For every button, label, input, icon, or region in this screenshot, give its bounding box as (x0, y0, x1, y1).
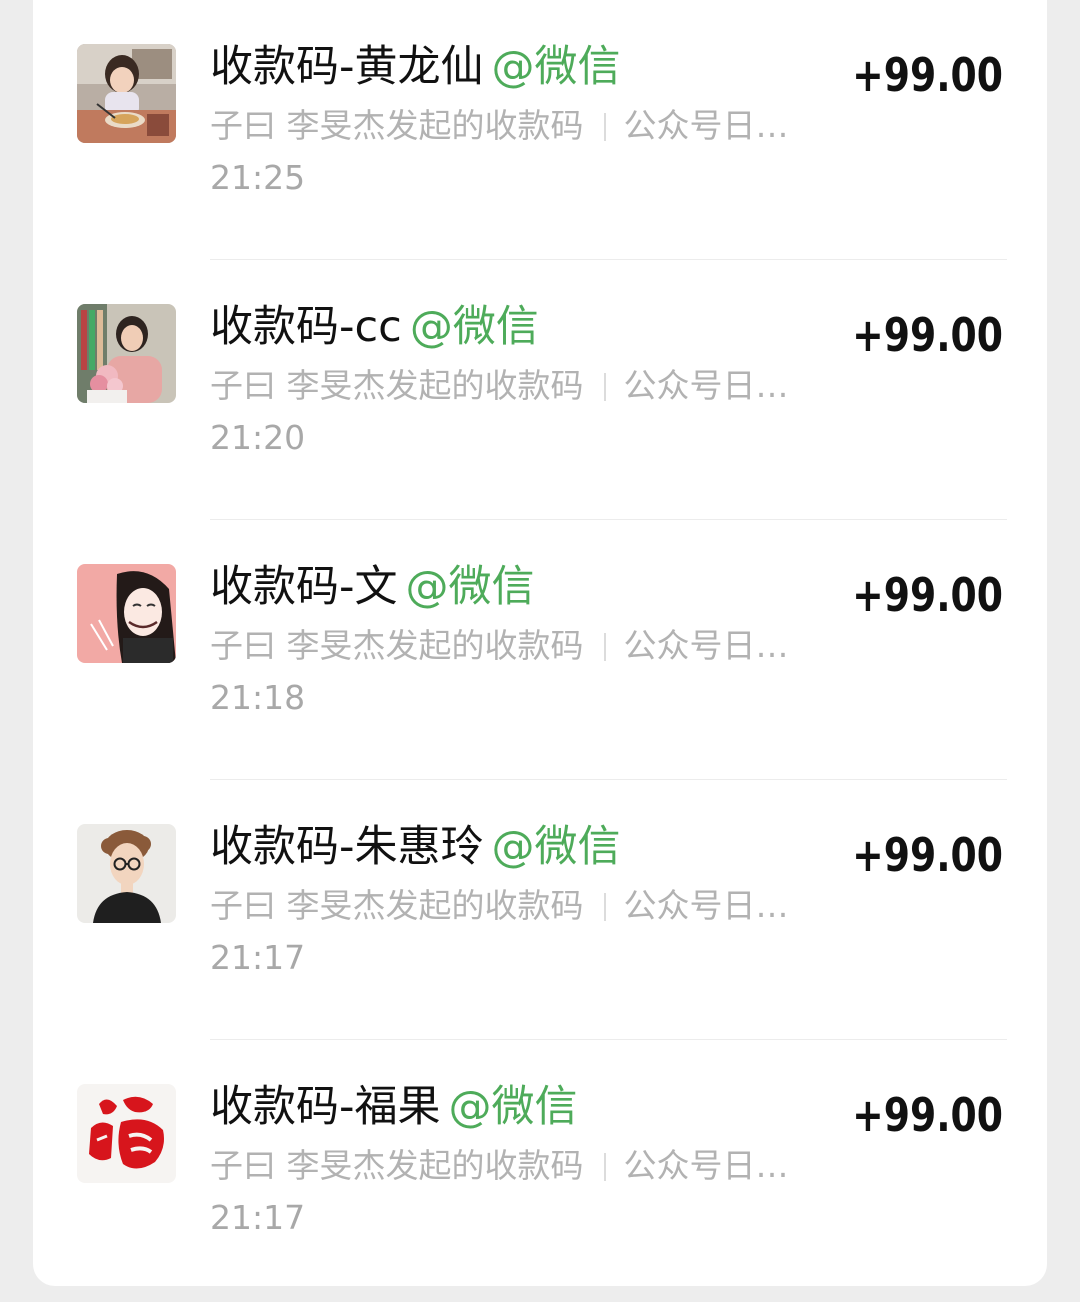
description-text: 子曰 李旻杰发起的收款码 (210, 366, 584, 405)
record-description: 子曰 李旻杰发起的收款码 公众号日… (210, 1144, 789, 1188)
wechat-tag: @微信 (405, 562, 535, 612)
separator (603, 633, 606, 661)
record-title: 收款码-cc @微信 (210, 298, 539, 356)
list-item[interactable]: 收款码-黄龙仙 @微信 子曰 李旻杰发起的收款码 公众号日… 21:25 +99.0… (33, 0, 1047, 260)
source-text: 公众号日… (623, 1146, 789, 1185)
record-title: 收款码-文 @微信 (210, 558, 535, 616)
list-item[interactable]: 收款码-朱惠玲 @微信 子曰 李旻杰发起的收款码 公众号日… 21:17 +99.0… (33, 780, 1047, 1040)
list-item[interactable]: 收款码-福果 @微信 子曰 李旻杰发起的收款码 公众号日… 21:17 +99.00 (33, 1040, 1047, 1300)
record-description: 子曰 李旻杰发起的收款码 公众号日… (210, 624, 789, 668)
wechat-tag: @微信 (491, 42, 621, 92)
description-text: 子曰 李旻杰发起的收款码 (210, 106, 584, 145)
record-amount: +99.00 (852, 308, 1003, 362)
avatar (77, 824, 176, 923)
record-description: 子曰 李旻杰发起的收款码 公众号日… (210, 364, 789, 408)
record-amount: +99.00 (852, 568, 1003, 622)
record-time: 21:25 (210, 158, 306, 197)
record-title: 收款码-朱惠玲 @微信 (210, 818, 621, 876)
list-item[interactable]: 收款码-cc @微信 子曰 李旻杰发起的收款码 公众号日… 21:20 +99.00 (33, 260, 1047, 520)
record-time: 21:17 (210, 1198, 306, 1237)
record-description: 子曰 李旻杰发起的收款码 公众号日… (210, 884, 789, 928)
payer-name: 收款码-黄龙仙 (210, 42, 484, 92)
description-text: 子曰 李旻杰发起的收款码 (210, 1146, 584, 1185)
avatar (77, 564, 176, 663)
record-title: 收款码-黄龙仙 @微信 (210, 38, 621, 96)
list-item[interactable]: 收款码-文 @微信 子曰 李旻杰发起的收款码 公众号日… 21:18 +99.00 (33, 520, 1047, 780)
wechat-tag: @微信 (448, 1082, 578, 1132)
record-time: 21:17 (210, 938, 306, 977)
source-text: 公众号日… (623, 366, 789, 405)
record-amount: +99.00 (852, 1088, 1003, 1142)
record-title: 收款码-福果 @微信 (210, 1078, 578, 1136)
transaction-list: 收款码-黄龙仙 @微信 子曰 李旻杰发起的收款码 公众号日… 21:25 +99.0… (33, 0, 1047, 1286)
record-time: 21:18 (210, 678, 306, 717)
wechat-tag: @微信 (409, 302, 539, 352)
avatar (77, 44, 176, 143)
wechat-tag: @微信 (491, 822, 621, 872)
avatar (77, 304, 176, 403)
payer-name: 收款码-cc (210, 302, 402, 352)
description-text: 子曰 李旻杰发起的收款码 (210, 886, 584, 925)
source-text: 公众号日… (623, 106, 789, 145)
record-description: 子曰 李旻杰发起的收款码 公众号日… (210, 104, 789, 148)
separator (603, 893, 606, 921)
source-text: 公众号日… (623, 626, 789, 665)
description-text: 子曰 李旻杰发起的收款码 (210, 626, 584, 665)
separator (603, 1153, 606, 1181)
avatar (77, 1084, 176, 1183)
payer-name: 收款码-福果 (210, 1082, 441, 1132)
record-time: 21:20 (210, 418, 306, 457)
separator (603, 113, 606, 141)
source-text: 公众号日… (623, 886, 789, 925)
payer-name: 收款码-文 (210, 562, 398, 612)
record-amount: +99.00 (852, 828, 1003, 882)
payer-name: 收款码-朱惠玲 (210, 822, 484, 872)
separator (603, 373, 606, 401)
record-amount: +99.00 (852, 48, 1003, 102)
